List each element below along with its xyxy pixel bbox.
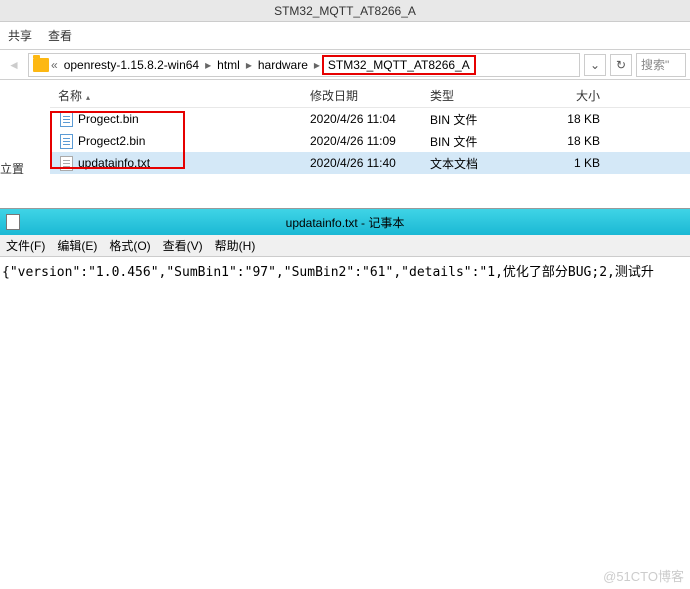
chevron-right-icon: « <box>51 58 58 72</box>
file-size: 18 KB <box>550 112 610 126</box>
file-type: BIN 文件 <box>430 111 550 128</box>
menu-help[interactable]: 帮助(H) <box>215 237 256 254</box>
chevron-down-icon: ⌄ <box>590 58 600 72</box>
column-headers: 名称▴ 修改日期 类型 大小 <box>50 84 690 108</box>
address-bar-row: ◄ « openresty-1.15.8.2-win64 ▸ html ▸ ha… <box>0 50 690 80</box>
sidebar-label: 立置 <box>0 160 24 177</box>
chevron-right-icon: ▸ <box>314 58 320 72</box>
tab-share[interactable]: 共享 <box>8 27 32 44</box>
bin-file-icon <box>58 111 74 127</box>
file-date: 2020/4/26 11:04 <box>310 112 430 126</box>
search-input[interactable]: 搜索" <box>636 53 686 77</box>
file-name: Progect2.bin <box>78 134 310 148</box>
breadcrumb-part[interactable]: openresty-1.15.8.2-win64 <box>60 58 203 72</box>
menu-file[interactable]: 文件(F) <box>6 237 45 254</box>
notepad-window: updatainfo.txt - 记事本 文件(F) 编辑(E) 格式(O) 查… <box>0 208 690 589</box>
column-type[interactable]: 类型 <box>430 87 550 104</box>
chevron-right-icon: ▸ <box>205 58 211 72</box>
breadcrumb-part[interactable]: html <box>213 58 244 72</box>
file-date: 2020/4/26 11:09 <box>310 134 430 148</box>
column-date[interactable]: 修改日期 <box>310 87 430 104</box>
breadcrumb-part-highlighted[interactable]: STM32_MQTT_AT8266_A <box>322 55 476 75</box>
notepad-content[interactable]: {"version":"1.0.456","SumBin1":"97","Sum… <box>0 257 690 284</box>
watermark: @51CTO博客 <box>603 566 684 585</box>
ribbon-tabs: 共享 查看 <box>0 22 690 50</box>
column-name[interactable]: 名称▴ <box>50 87 310 104</box>
notepad-menu: 文件(F) 编辑(E) 格式(O) 查看(V) 帮助(H) <box>0 235 690 257</box>
refresh-icon: ↻ <box>616 58 626 72</box>
file-type: BIN 文件 <box>430 133 550 150</box>
column-size[interactable]: 大小 <box>550 87 610 104</box>
file-list: 名称▴ 修改日期 类型 大小 Progect.bin 2020/4/26 11:… <box>0 80 690 174</box>
file-row[interactable]: updatainfo.txt 2020/4/26 11:40 文本文档 1 KB <box>50 152 690 174</box>
refresh-button[interactable]: ↻ <box>610 54 632 76</box>
window-title: STM32_MQTT_AT8266_A <box>0 0 690 22</box>
file-name: updatainfo.txt <box>78 156 310 170</box>
chevron-right-icon: ▸ <box>246 58 252 72</box>
txt-file-icon <box>58 155 74 171</box>
file-size: 18 KB <box>550 134 610 148</box>
tab-view[interactable]: 查看 <box>48 27 72 44</box>
file-row[interactable]: Progect.bin 2020/4/26 11:04 BIN 文件 18 KB <box>50 108 690 130</box>
menu-edit[interactable]: 编辑(E) <box>57 237 97 254</box>
sort-indicator-icon: ▴ <box>86 93 90 102</box>
file-name: Progect.bin <box>78 112 310 126</box>
bin-file-icon <box>58 133 74 149</box>
folder-icon <box>33 58 49 72</box>
nav-back-icon[interactable]: ◄ <box>4 55 24 75</box>
file-type: 文本文档 <box>430 155 550 172</box>
notepad-icon <box>6 214 20 230</box>
file-row[interactable]: Progect2.bin 2020/4/26 11:09 BIN 文件 18 K… <box>50 130 690 152</box>
file-date: 2020/4/26 11:40 <box>310 156 430 170</box>
notepad-title-text: updatainfo.txt - 记事本 <box>286 214 405 231</box>
dropdown-button[interactable]: ⌄ <box>584 54 606 76</box>
breadcrumb[interactable]: « openresty-1.15.8.2-win64 ▸ html ▸ hard… <box>28 53 580 77</box>
menu-format[interactable]: 格式(O) <box>109 237 150 254</box>
breadcrumb-part[interactable]: hardware <box>254 58 312 72</box>
menu-view[interactable]: 查看(V) <box>163 237 203 254</box>
notepad-titlebar[interactable]: updatainfo.txt - 记事本 <box>0 209 690 235</box>
file-size: 1 KB <box>550 156 610 170</box>
